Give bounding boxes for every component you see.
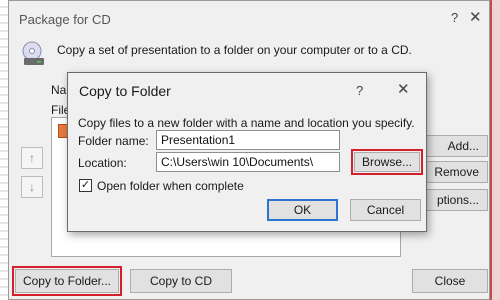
open-folder-checkbox[interactable]: ✓ [79, 179, 92, 192]
copy-to-folder-button[interactable]: Copy to Folder... [12, 266, 122, 296]
move-up-button[interactable]: ↑ [21, 147, 43, 169]
close-icon[interactable]: ✕ [397, 80, 410, 98]
copy-to-cd-button[interactable]: Copy to CD [130, 269, 232, 293]
desktop-left-edge [0, 0, 8, 300]
close-icon[interactable]: ✕ [469, 8, 482, 26]
cancel-button[interactable]: Cancel [350, 199, 421, 221]
dialog-description: Copy a set of presentation to a folder o… [57, 43, 412, 57]
browse-button[interactable]: Browse... [351, 149, 423, 175]
help-icon[interactable]: ? [451, 10, 458, 25]
folder-name-input[interactable] [156, 130, 340, 150]
close-button[interactable]: Close [412, 269, 488, 293]
help-icon[interactable]: ? [356, 83, 363, 98]
location-label: Location: [78, 156, 127, 170]
ok-button[interactable]: OK [267, 199, 338, 221]
copy-dialog-title: Copy to Folder [79, 83, 171, 99]
location-input[interactable] [156, 152, 340, 172]
dialog-title: Package for CD [19, 12, 111, 27]
desktop-right-edge [492, 0, 500, 300]
move-down-button[interactable]: ↓ [21, 176, 43, 198]
copy-to-folder-dialog: Copy to Folder ? ✕ Copy files to a new f… [67, 72, 427, 232]
copy-dialog-description: Copy files to a new folder with a name a… [78, 116, 415, 130]
open-folder-label[interactable]: Open folder when complete [97, 179, 244, 193]
cd-drive-icon [22, 41, 44, 65]
folder-name-label: Folder name: [78, 134, 149, 148]
